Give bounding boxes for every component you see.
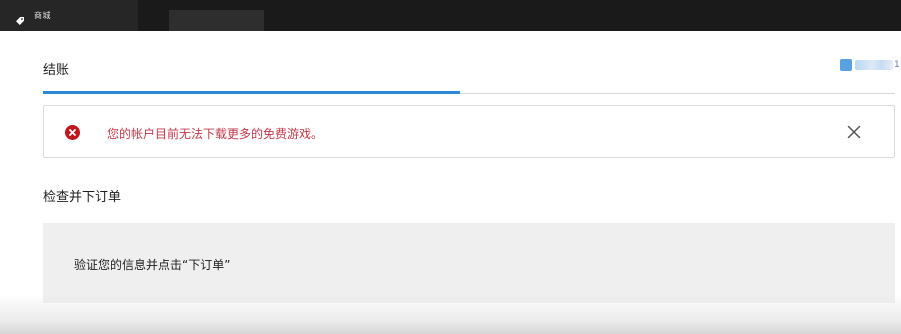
error-circle-icon bbox=[65, 125, 80, 140]
window-titlebar: 商城 bbox=[0, 0, 901, 31]
verify-instruction: 验证您的信息并点击“下订单” bbox=[74, 258, 231, 272]
account-info: 1 bbox=[840, 58, 900, 72]
verify-panel: 验证您的信息并点击“下订单” bbox=[43, 223, 895, 303]
tab-store[interactable]: 商城 bbox=[0, 0, 138, 31]
close-icon[interactable] bbox=[847, 124, 861, 139]
section-title: 检查并下订单 bbox=[43, 190, 122, 205]
page-title: 结账 bbox=[43, 63, 70, 78]
price-tag-icon bbox=[15, 11, 25, 25]
tab-store-label: 商城 bbox=[34, 11, 51, 20]
account-trailing-text: 1 bbox=[894, 60, 900, 70]
checkout-page: 结账 1 您的帐户目前无法下载更多的免费游戏。 检查并下订单 验证您的信息并点击… bbox=[0, 31, 901, 334]
avatar bbox=[840, 59, 852, 71]
error-message: 您的帐户目前无法下载更多的免费游戏。 bbox=[107, 127, 324, 141]
account-name-blurred bbox=[855, 60, 893, 70]
error-banner: 您的帐户目前无法下载更多的免费游戏。 bbox=[43, 105, 895, 158]
tab-blank[interactable] bbox=[169, 10, 264, 31]
checkout-progress-bar bbox=[43, 91, 460, 94]
